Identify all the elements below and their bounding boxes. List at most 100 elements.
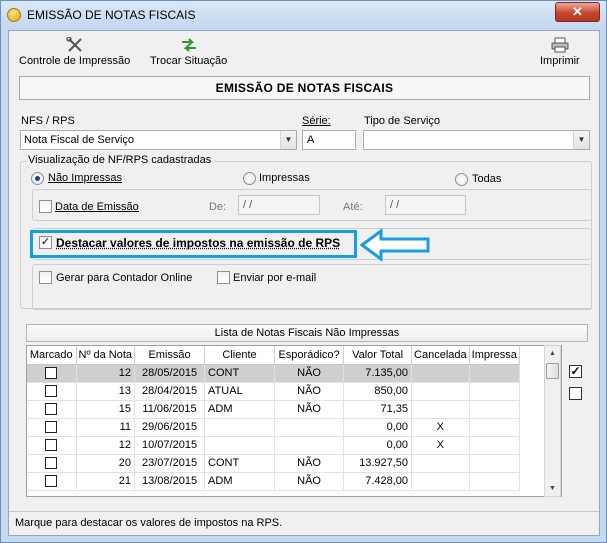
row-checkbox[interactable]: [45, 421, 58, 434]
table-cell: 21: [76, 472, 136, 491]
row-checkbox[interactable]: [45, 457, 58, 470]
window-title: EMISSÃO DE NOTAS FISCAIS: [27, 8, 196, 22]
table-row[interactable]: 12 10/07/2015 0,00 X: [27, 436, 520, 455]
table-cell: NÃO: [274, 364, 345, 383]
table-cell: ADM: [204, 472, 276, 491]
de-label: De:: [209, 201, 227, 213]
main-window: EMISSÃO DE NOTAS FISCAIS ✕ Controle de I…: [0, 0, 607, 543]
row-checkbox-cell[interactable]: [27, 382, 77, 401]
notas-table: Marcado Nº da Nota Emissão Cliente Espor…: [26, 345, 562, 497]
row-checkbox[interactable]: [45, 385, 58, 398]
select-all-checkbox[interactable]: ✓: [569, 365, 582, 378]
enviar-email-label[interactable]: Enviar por e-mail: [233, 272, 316, 284]
table-cell: 15: [76, 400, 136, 419]
row-checkbox[interactable]: [45, 475, 58, 488]
column-header[interactable]: Marcado: [27, 346, 77, 365]
radio-todas-label[interactable]: Todas: [472, 173, 501, 185]
scroll-up-icon[interactable]: ▲: [545, 346, 560, 361]
column-header[interactable]: Valor Total: [343, 346, 413, 365]
data-emissao-label[interactable]: Data de Emissão: [55, 201, 139, 213]
chevron-down-icon[interactable]: ▼: [280, 131, 296, 149]
deselect-all-checkbox[interactable]: [569, 387, 582, 400]
table-cell: [204, 418, 276, 437]
app-icon: [7, 8, 21, 22]
table-cell: X: [411, 418, 470, 437]
close-button[interactable]: ✕: [555, 2, 600, 22]
row-checkbox[interactable]: [45, 403, 58, 416]
trocar-situacao-label: Trocar Situação: [150, 55, 228, 67]
table-row[interactable]: 13 28/04/2015 ATUAL NÃO 850,00: [27, 382, 520, 401]
column-header[interactable]: Nº da Nota: [76, 346, 136, 365]
annotation-highlight-box: [30, 230, 357, 258]
serie-input[interactable]: A: [302, 130, 356, 150]
row-checkbox-cell[interactable]: [27, 454, 77, 473]
table-cell: [204, 436, 276, 455]
column-header[interactable]: Esporádico?: [274, 346, 345, 365]
table-cell: 7.428,00: [343, 472, 413, 491]
enviar-email-checkbox[interactable]: [217, 271, 230, 284]
data-ate-input[interactable]: / /: [385, 195, 466, 215]
radio-nao-impressas-label[interactable]: Não Impressas: [48, 172, 122, 184]
table-row[interactable]: 15 11/06/2015 ADM NÃO 71,35: [27, 400, 520, 419]
controle-impressao-button[interactable]: Controle de Impressão: [19, 37, 130, 67]
table-cell: [469, 382, 520, 401]
table-row[interactable]: 20 23/07/2015 CONT NÃO 13.927,50: [27, 454, 520, 473]
table-cell: [274, 418, 345, 437]
table-cell: NÃO: [274, 382, 345, 401]
table-row[interactable]: 21 13/08/2015 ADM NÃO 7.428,00: [27, 472, 520, 491]
imprimir-button[interactable]: Imprimir: [540, 37, 580, 67]
nfs-rps-select[interactable]: Nota Fiscal de Serviço ▼: [20, 130, 297, 150]
column-header[interactable]: Cliente: [204, 346, 276, 365]
table-cell: [411, 382, 470, 401]
data-emissao-checkbox[interactable]: [39, 200, 52, 213]
trocar-situacao-button[interactable]: Trocar Situação: [150, 37, 227, 67]
row-checkbox-cell[interactable]: [27, 472, 77, 491]
table-cell: 20: [76, 454, 136, 473]
row-checkbox[interactable]: [45, 439, 58, 452]
status-bar: Marque para destacar os valores de impos…: [9, 511, 599, 535]
gerar-contador-checkbox[interactable]: [39, 271, 52, 284]
tipo-servico-select[interactable]: ▼: [363, 130, 590, 150]
row-checkbox-cell[interactable]: [27, 364, 77, 383]
printer-icon: [551, 37, 569, 53]
table-cell: NÃO: [274, 454, 345, 473]
swap-arrows-icon: [181, 38, 196, 52]
table-cell: [469, 400, 520, 419]
title-bar[interactable]: EMISSÃO DE NOTAS FISCAIS ✕: [1, 1, 606, 29]
row-checkbox-cell[interactable]: [27, 400, 77, 419]
column-header[interactable]: Emissão: [134, 346, 206, 365]
data-de-input[interactable]: / /: [238, 195, 320, 215]
column-header[interactable]: Impressa: [469, 346, 520, 365]
list-title: Lista de Notas Fiscais Não Impressas: [26, 324, 588, 342]
radio-impressas[interactable]: [243, 172, 256, 185]
table-cell: [469, 364, 520, 383]
table-cell: [469, 472, 520, 491]
radio-todas[interactable]: [455, 173, 468, 186]
scroll-thumb[interactable]: [546, 363, 559, 379]
toolbar: Controle de Impressão Trocar Situação Im…: [9, 31, 599, 75]
table-scrollbar[interactable]: ▲ ▼: [544, 345, 561, 497]
radio-impressas-label[interactable]: Impressas: [259, 172, 310, 184]
row-checkbox[interactable]: [45, 367, 58, 380]
table-cell: [411, 454, 470, 473]
ate-label: Até:: [343, 201, 363, 213]
page-title: EMISSÃO DE NOTAS FISCAIS: [19, 76, 590, 100]
visualizacao-group-title: Visualização de NF/RPS cadastradas: [26, 154, 214, 166]
scroll-down-icon[interactable]: ▼: [545, 481, 560, 496]
chevron-down-icon[interactable]: ▼: [573, 131, 589, 149]
client-area: Controle de Impressão Trocar Situação Im…: [8, 30, 600, 536]
table-cell: 7.135,00: [343, 364, 413, 383]
table-cell: NÃO: [274, 400, 345, 419]
table-row[interactable]: 12 28/05/2015 CONT NÃO 7.135,00: [27, 364, 520, 383]
radio-nao-impressas[interactable]: [31, 172, 44, 185]
tipo-servico-label: Tipo de Serviço: [364, 115, 441, 127]
gerar-contador-label[interactable]: Gerar para Contador Online: [56, 272, 192, 284]
row-checkbox-cell[interactable]: [27, 418, 77, 437]
nfs-rps-label: NFS / RPS: [21, 115, 75, 127]
column-header[interactable]: Cancelada: [411, 346, 470, 365]
table-row[interactable]: 11 29/06/2015 0,00 X: [27, 418, 520, 437]
annotation-arrow-icon: [359, 228, 430, 262]
row-checkbox-cell[interactable]: [27, 436, 77, 455]
table-cell: 71,35: [343, 400, 413, 419]
table-cell: X: [411, 436, 470, 455]
